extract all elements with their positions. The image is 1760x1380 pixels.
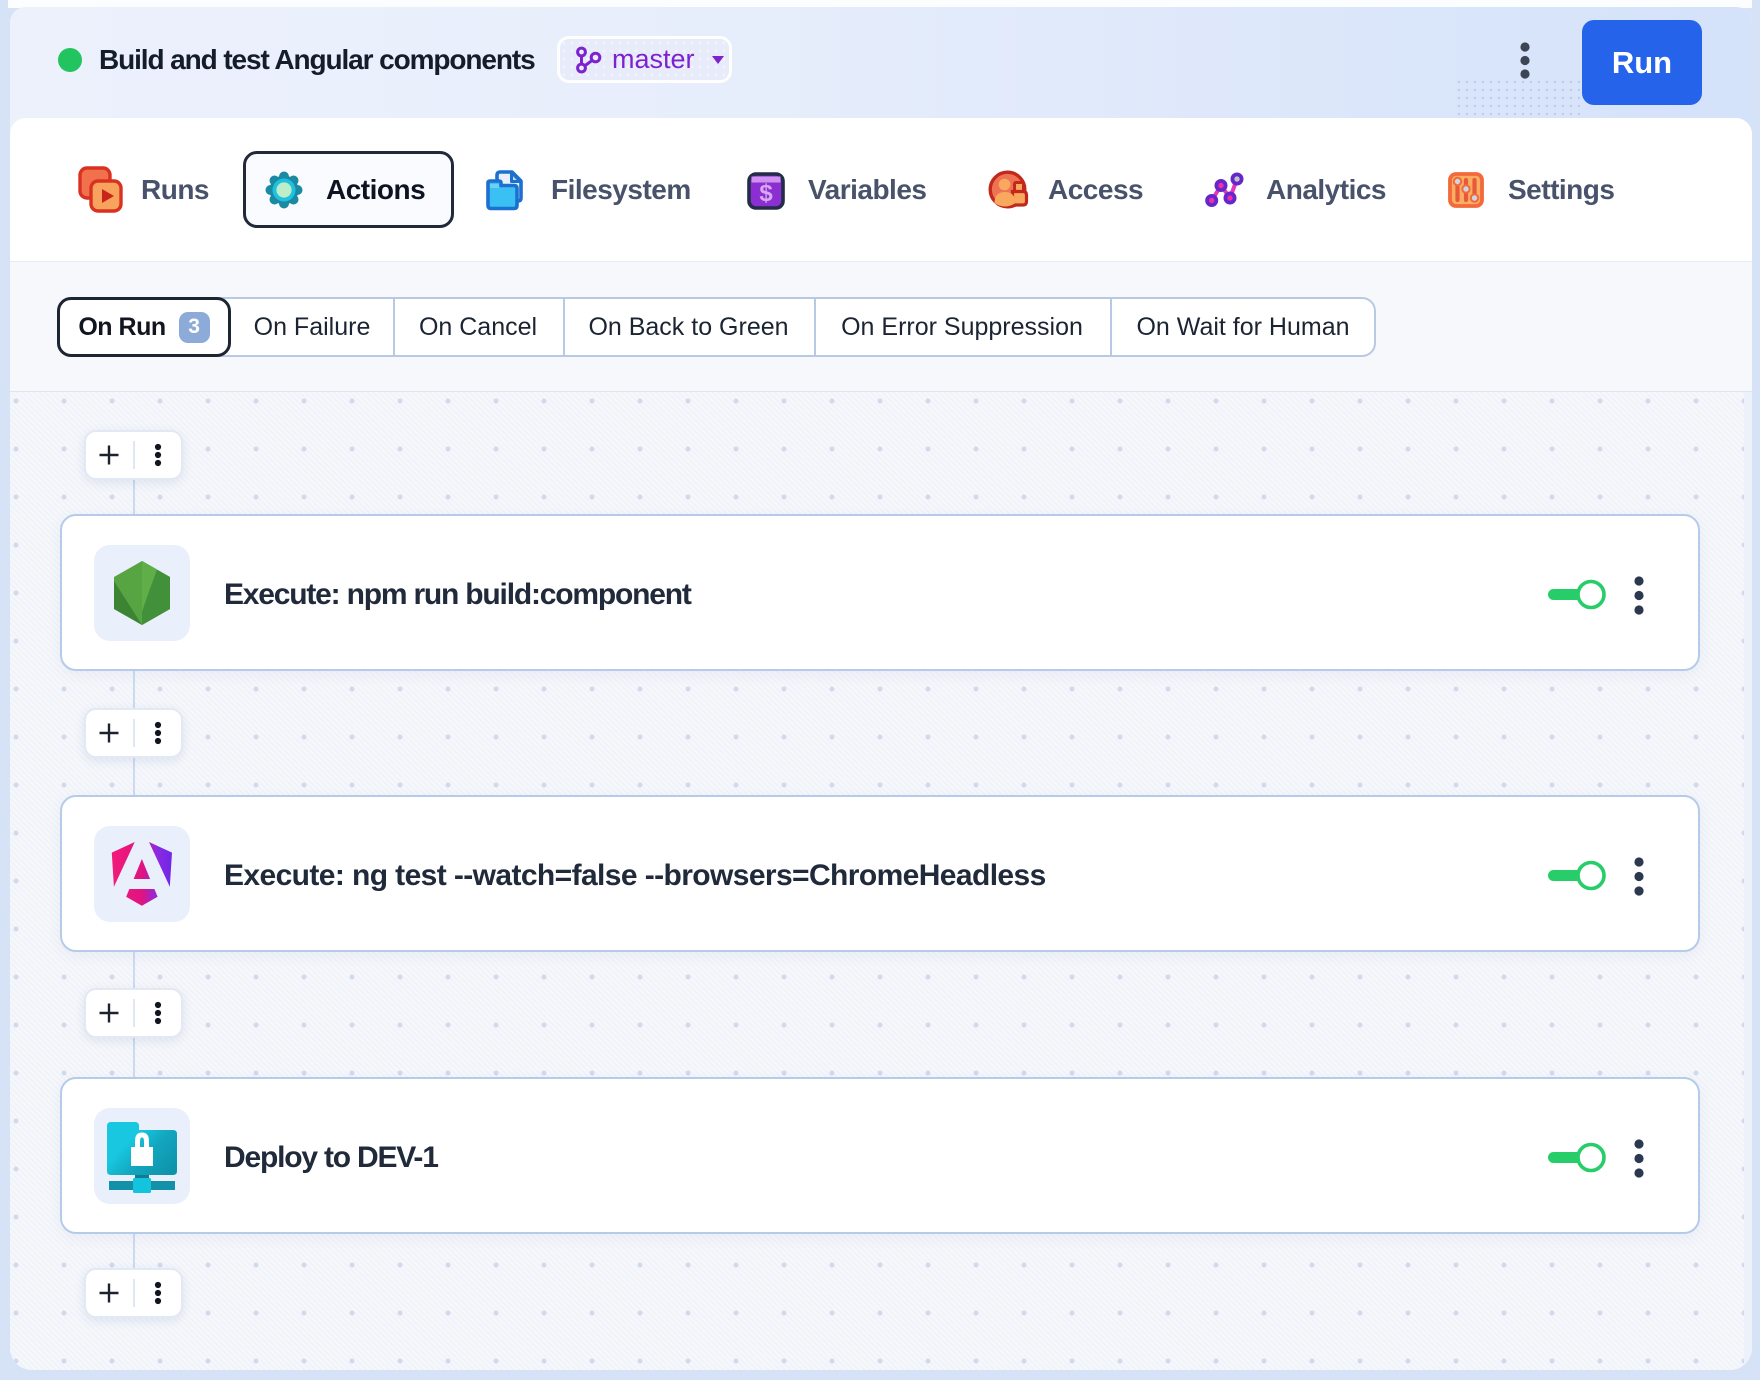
svg-text:$: $ [759,180,773,207]
